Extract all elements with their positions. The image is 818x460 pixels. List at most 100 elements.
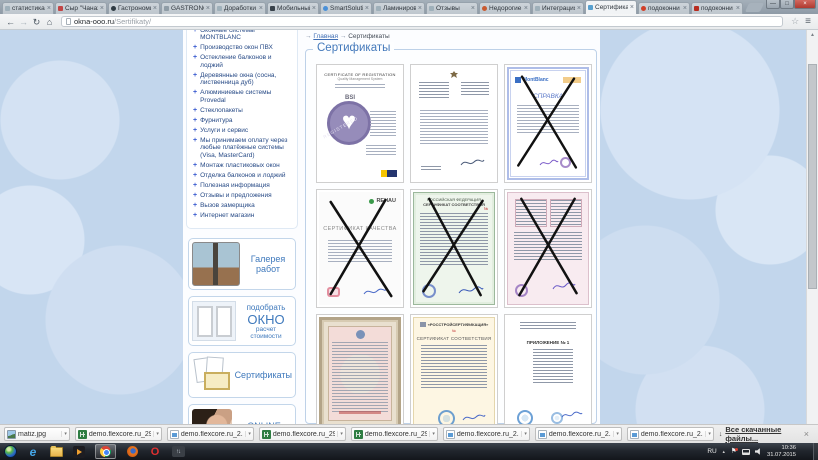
forward-icon[interactable]: → [17,17,30,27]
sidebar-item-oplata[interactable]: +Мы принимаем оплату через любые платёжн… [193,137,294,160]
widget-gallery[interactable]: Галереяработ [188,238,296,290]
address-bar[interactable]: okna-ooo.ru/Sertifikaty/ [61,16,783,27]
tab-close-icon[interactable]: × [630,5,634,11]
tab-close-icon[interactable]: × [259,6,263,12]
tab-podokonniki-1[interactable]: подоконни× [638,2,690,14]
tab-statistika[interactable]: статистика× [2,2,54,14]
bookmark-star-icon[interactable]: ☆ [791,17,799,26]
tab-close-icon[interactable]: × [736,6,740,12]
certificate-green-crossed[interactable]: РОССИЙСКАЯ ФЕДЕРАЦИЯ СЕРТИФИКАТ СООТВЕТС… [410,189,498,308]
tab-close-icon[interactable]: × [100,6,104,12]
widget-window-calculator[interactable]: подобрать ОКНО расчет стоимости [188,296,296,346]
show-desktop-button[interactable] [813,443,818,460]
maximize-button[interactable]: □ [780,0,794,9]
download-menu-caret-icon[interactable]: ▾ [245,431,251,437]
tab-close-icon[interactable]: × [153,6,157,12]
download-item[interactable]: demo.flexcore.ru_2...html▾ [627,427,714,441]
file-explorer-icon[interactable] [49,445,63,459]
page-scrollbar[interactable]: ▲ [806,30,818,424]
widget-online-consultant[interactable]: ONLINE [188,404,296,424]
tab-close-icon[interactable]: × [206,6,210,12]
sidebar-item-vyzov[interactable]: +Вызов замерщика [193,202,294,210]
sidebar-item-furnitura[interactable]: +Фурнитура [193,117,294,125]
sidebar-item-osteklenie[interactable]: +Остекление балконов и лоджий [193,54,294,69]
sidebar-item-derevyannye[interactable]: +Деревянные окна (сосна, лиственница дуб… [193,72,294,87]
show-all-downloads-link[interactable]: ↓ Все скачанные файлы... [719,425,791,443]
sidebar-item-magazin[interactable]: +Интернет магазин [193,212,294,220]
tab-gastronom[interactable]: GASTRONOM× [161,2,213,14]
tab-podokonniki-2[interactable]: подоконни× [691,2,743,14]
tab-gastronomi[interactable]: Гастрономи× [108,2,160,14]
download-item[interactable]: demo.flexcore.ru_29....csv▾ [351,427,438,441]
hidden-icons-arrow-icon[interactable]: ▲ [722,449,726,454]
download-menu-caret-icon[interactable]: ▾ [153,431,159,437]
tab-close-icon[interactable]: × [471,6,475,12]
sidebar-item-uslugi[interactable]: +Услуги и сервис [193,127,294,135]
certificate-montblanc-crossed[interactable]: MontBlanc СПРАВКА [504,64,592,183]
download-menu-caret-icon[interactable]: ▾ [613,431,619,437]
tab-syr-chanah[interactable]: Сыр "Чанах"× [55,2,107,14]
download-menu-caret-icon[interactable]: ▾ [705,431,711,437]
certificate-pink-crossed[interactable] [504,189,592,308]
volume-icon[interactable] [755,448,762,455]
network-icon[interactable] [742,449,750,455]
sidebar-item-otdelka[interactable]: +Отделка балконов и лоджий [193,172,294,180]
download-manager-icon[interactable]: ↑↓ [171,445,185,459]
download-item[interactable]: demo.flexcore.ru_29....csv▾ [259,427,346,441]
sidebar-item-steklopakety[interactable]: +Стеклопакеты [193,107,294,115]
browser-menu-icon[interactable]: ≡ [805,17,811,27]
widget-certificates[interactable]: Сертификаты [188,352,296,398]
tab-close-icon[interactable]: × [365,6,369,12]
close-button[interactable]: × [794,0,816,9]
tab-close-icon[interactable]: × [524,6,528,12]
minimize-button[interactable]: — [766,0,780,9]
sidebar-item-otzyvy[interactable]: +Отзывы и предложения [193,192,294,200]
tab-mobilnyi[interactable]: Мобильный× [267,2,319,14]
download-item[interactable]: demo.flexcore.ru_29....csv▾ [75,427,162,441]
tab-close-icon[interactable]: × [47,6,51,12]
scroll-up-icon[interactable]: ▲ [807,30,818,38]
download-menu-caret-icon[interactable]: ▾ [337,431,343,437]
tab-laminirov[interactable]: Ламиниров× [373,2,425,14]
download-menu-caret-icon[interactable]: ▾ [521,431,527,437]
close-downloads-bar-icon[interactable]: × [804,430,809,439]
tab-integraciya[interactable]: Интеграция× [532,2,584,14]
sidebar-item-montblanc[interactable]: +Оконные системы MONTBLANC [193,30,294,42]
scrollbar-thumb[interactable] [808,64,817,289]
sidebar-item-poleznaya[interactable]: +Полезная информация [193,182,294,190]
action-center-flag-icon[interactable]: ⚑ [731,448,737,455]
tab-smartsolutions[interactable]: SmartSoluti× [320,2,372,14]
new-tab-button[interactable] [745,3,764,12]
download-item[interactable]: demo.flexcore.ru_2...html▾ [443,427,530,441]
download-menu-caret-icon[interactable]: ▾ [61,431,67,437]
download-menu-caret-icon[interactable]: ▾ [429,431,435,437]
home-icon[interactable]: ⌂ [43,17,56,27]
certificate-bsi[interactable]: CERTIFICATE OF REGISTRATION Quality Mana… [316,64,404,183]
certificate-rehau-crossed[interactable]: REHAU СЕРТИФИКАТ КАЧЕСТВА [316,189,404,308]
tab-sertifikaty-active[interactable]: Сертификат× [585,0,637,14]
reload-icon[interactable]: ↻ [30,17,43,27]
start-button[interactable] [4,445,17,458]
tab-otzyvy[interactable]: Отзывы× [426,2,478,14]
breadcrumb-home-link[interactable]: Главная [313,33,338,40]
back-icon[interactable]: ← [4,17,17,27]
tab-close-icon[interactable]: × [418,6,422,12]
taskbar-clock[interactable]: 10:36 31.07.2015 [767,445,796,458]
download-item[interactable]: demo.flexcore.ru_2...html▾ [167,427,254,441]
sidebar-item-montazh[interactable]: +Монтаж пластиковых окон [193,162,294,170]
chrome-taskbar-active[interactable] [95,444,116,459]
internet-explorer-icon[interactable]: e [26,445,40,459]
certificate-state-letter[interactable] [410,64,498,183]
opera-icon[interactable]: O [148,445,162,459]
tab-close-icon[interactable]: × [577,6,581,12]
certificate-ornate-sanitary[interactable] [316,314,404,424]
tab-close-icon[interactable]: × [312,6,316,12]
firefox-icon[interactable] [125,445,139,459]
sidebar-item-aluminievye[interactable]: +Алюминиевые системы Provedal [193,89,294,104]
sidebar-item-pvh[interactable]: +Производство окон ПВХ [193,44,294,52]
download-item[interactable]: matiz.jpg▾ [4,427,70,441]
download-item[interactable]: demo.flexcore.ru_2...html▾ [535,427,622,441]
media-player-icon[interactable] [72,445,86,459]
tab-close-icon[interactable]: × [683,6,687,12]
language-indicator[interactable]: RU [707,448,716,455]
